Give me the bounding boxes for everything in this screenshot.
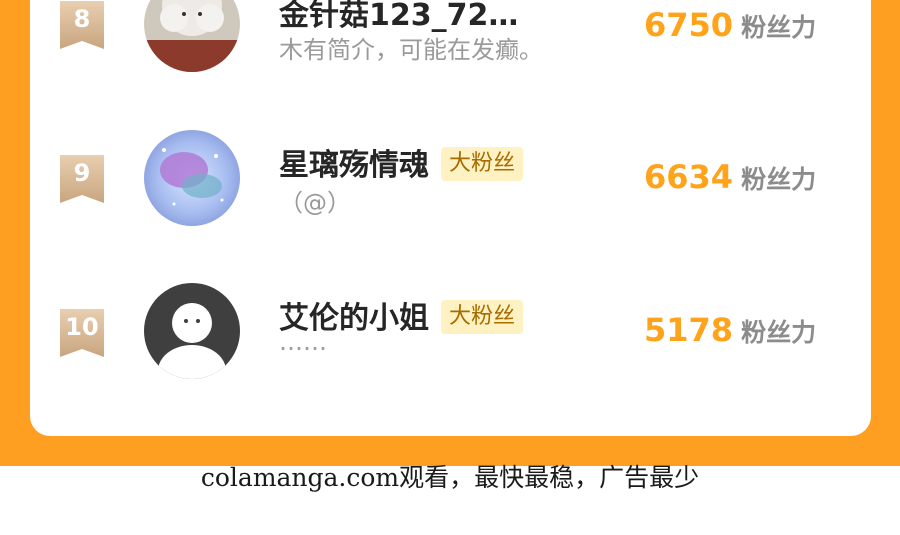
username-text: 星璃殇情魂	[279, 148, 429, 183]
ranking-row-10[interactable]: 10 艾伦的小姐 大粉丝 …… 5178 粉丝力	[30, 283, 871, 403]
username[interactable]: 星璃殇情魂 大粉丝	[279, 140, 524, 184]
username[interactable]: 金针菇123_72…	[279, 0, 518, 34]
fan-score-value: 6634	[644, 158, 734, 196]
rank-number: 9	[73, 159, 91, 187]
rank-badge: 8	[60, 1, 104, 49]
rank-number: 10	[65, 313, 99, 341]
fan-score-unit: 粉丝力	[741, 318, 817, 347]
ranking-card: 8 金针菇123_72… 木有简介，可能在发癫。 6750 粉丝力 9 星璃殇情…	[30, 0, 871, 436]
rank-badge: 9	[60, 155, 104, 203]
fan-level-badge: 大粉丝	[441, 299, 524, 334]
watermark-footer: colamanga.com观看，最快最稳，广告最少	[200, 463, 700, 492]
user-avatar[interactable]	[144, 130, 240, 226]
fan-score: 6750 粉丝力	[644, 6, 816, 44]
ranking-row-8[interactable]: 8 金针菇123_72… 木有简介，可能在发癫。 6750 粉丝力	[30, 0, 871, 100]
fan-score-value: 6750	[644, 6, 734, 44]
username-text: 金针菇123_72…	[279, 0, 519, 33]
default-avatar-icon	[144, 283, 240, 379]
fan-score-value: 5178	[644, 311, 734, 349]
avatar-image	[144, 130, 240, 226]
avatar-image	[144, 0, 240, 72]
fan-score: 5178 粉丝力	[644, 311, 816, 349]
fan-score-unit: 粉丝力	[741, 165, 817, 194]
fan-level-badge: 大粉丝	[441, 146, 524, 181]
fan-score-unit: 粉丝力	[741, 13, 817, 42]
rank-badge: 10	[60, 309, 104, 357]
user-bio: ……	[279, 328, 327, 356]
user-bio: （@）	[279, 189, 351, 217]
user-avatar[interactable]	[144, 0, 240, 72]
ranking-row-9[interactable]: 9 星璃殇情魂 大粉丝 （@） 6634 粉丝力	[30, 130, 871, 250]
user-avatar[interactable]	[144, 283, 240, 379]
user-bio: 木有简介，可能在发癫。	[279, 36, 543, 64]
rank-number: 8	[73, 5, 91, 33]
fan-score: 6634 粉丝力	[644, 158, 816, 196]
